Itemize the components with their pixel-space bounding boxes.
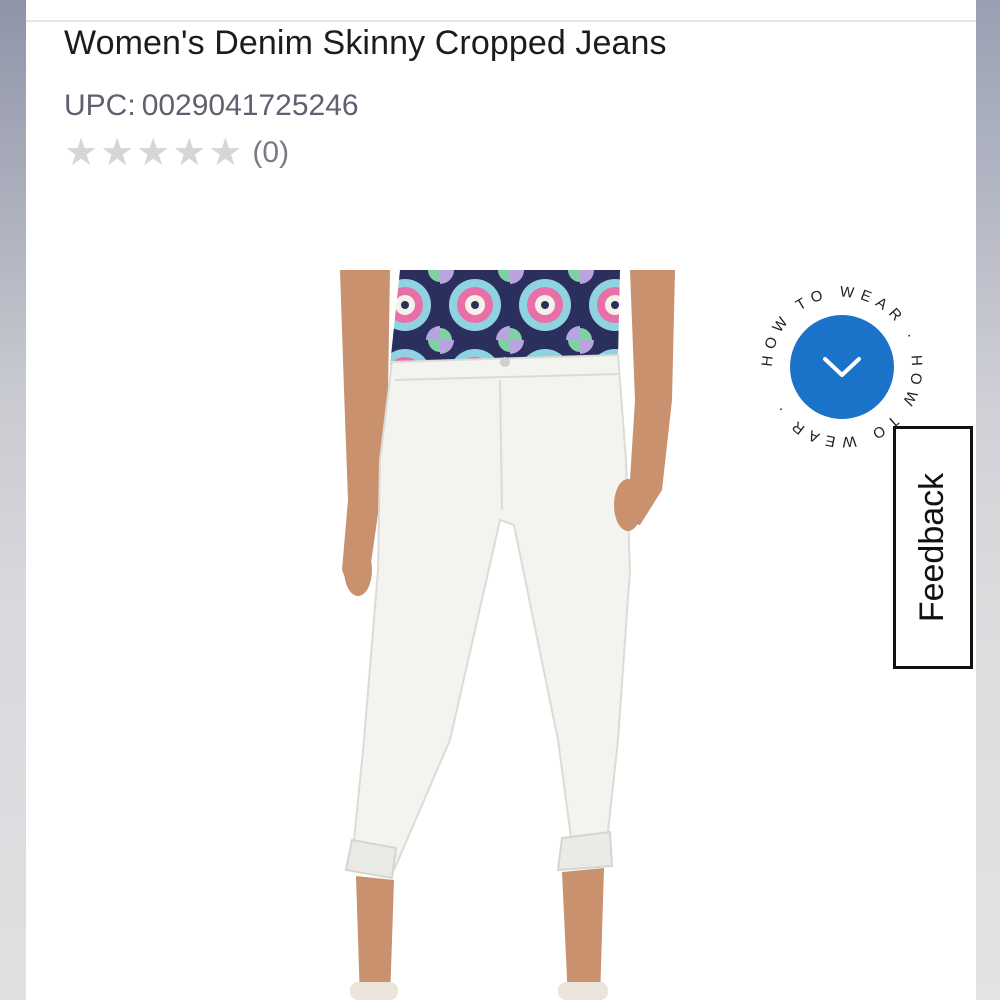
upc-line: UPC: 0029041725246 bbox=[64, 89, 359, 123]
upc-label: UPC: bbox=[64, 89, 136, 122]
left-gutter bbox=[0, 0, 26, 1000]
star-icon: ★ bbox=[172, 132, 207, 174]
chevron-down-icon bbox=[823, 357, 861, 377]
review-count[interactable]: (0) bbox=[252, 136, 289, 170]
star-icon: ★ bbox=[100, 132, 135, 174]
product-image[interactable] bbox=[300, 270, 720, 1000]
star-icon: ★ bbox=[208, 132, 243, 174]
header-divider bbox=[26, 20, 976, 22]
feedback-label: Feedback bbox=[913, 472, 952, 623]
feedback-tab[interactable]: Feedback bbox=[893, 426, 973, 669]
upc-value: 0029041725246 bbox=[141, 89, 359, 122]
star-icon: ★ bbox=[136, 132, 171, 174]
right-gutter bbox=[976, 0, 1000, 1000]
how-to-wear-button[interactable] bbox=[790, 315, 894, 419]
product-rating[interactable]: ★ ★ ★ ★ ★ (0) bbox=[64, 133, 289, 173]
star-icon: ★ bbox=[64, 132, 99, 174]
rating-stars: ★ ★ ★ ★ ★ bbox=[64, 134, 242, 172]
product-title: Women's Denim Skinny Cropped Jeans bbox=[64, 24, 667, 62]
